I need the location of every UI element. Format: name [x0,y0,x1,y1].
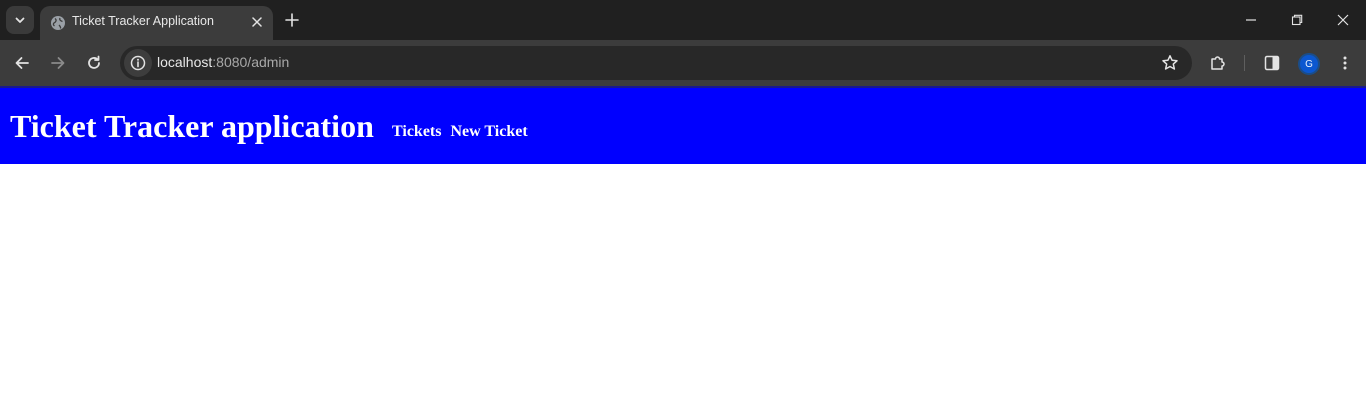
globe-icon [51,16,65,30]
tab-title: Ticket Tracker Application [72,14,214,28]
plus-icon [285,13,299,27]
side-panel-button[interactable] [1260,51,1284,75]
close-icon [1337,14,1349,26]
nav-link-new-ticket[interactable]: New Ticket [450,123,527,140]
back-button[interactable] [8,49,36,77]
toolbar-divider [1244,55,1245,71]
url-path: :8080/admin [212,54,290,70]
app-nav: Tickets New Ticket [392,123,533,141]
reload-button[interactable] [80,49,108,77]
app-title: Ticket Tracker application [10,108,374,144]
page-viewport: Ticket Tracker application Tickets New T… [0,86,1366,419]
bookmark-button[interactable] [1160,53,1180,73]
tab-search-button[interactable] [6,6,34,34]
profile-avatar[interactable]: G [1298,53,1320,75]
restore-icon [1291,14,1303,26]
browser-toolbar: localhost:8080/admin [0,40,1366,86]
puzzle-icon [1211,56,1225,70]
minimize-button[interactable] [1228,0,1274,40]
close-window-button[interactable] [1320,0,1366,40]
close-icon [252,17,262,27]
tab-strip: Ticket Tracker Application [0,0,1366,40]
new-tab-button[interactable] [280,8,304,32]
browser-menu-button[interactable] [1333,51,1357,75]
site-info-button[interactable] [124,49,152,77]
star-icon [1162,55,1178,70]
reload-icon [88,55,100,69]
extensions-button[interactable] [1206,51,1230,75]
tab-close-button[interactable] [249,14,265,30]
side-panel-icon [1264,55,1280,71]
kebab-menu-icon [1343,56,1347,70]
arrow-left-icon [15,57,29,69]
restore-button[interactable] [1274,0,1320,40]
minimize-icon [1246,19,1256,21]
info-icon [130,55,146,71]
address-bar[interactable]: localhost:8080/admin [120,46,1192,80]
app-header: Ticket Tracker application Tickets New T… [0,86,1366,164]
url-host: localhost [157,54,213,70]
url-text: localhost:8080/admin [157,54,289,70]
chevron-down-icon [15,17,25,23]
browser-tab[interactable]: Ticket Tracker Application [40,6,273,40]
forward-button[interactable] [44,49,72,77]
arrow-right-icon [51,57,65,69]
nav-link-tickets[interactable]: Tickets [392,123,441,140]
